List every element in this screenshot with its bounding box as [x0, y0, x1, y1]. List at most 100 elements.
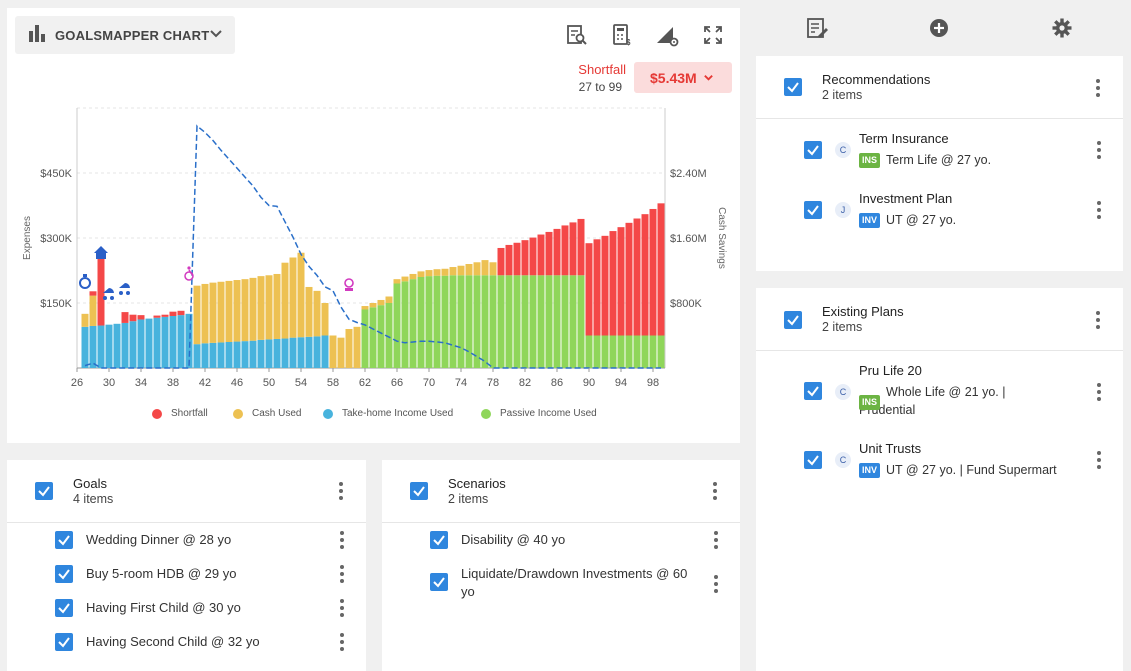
bar-segment	[105, 324, 113, 368]
wheelchair-icon[interactable]	[184, 266, 194, 281]
house-icon[interactable]	[94, 246, 108, 259]
x-tick-label: 66	[391, 377, 403, 389]
plan-checkbox[interactable]	[804, 382, 822, 400]
bar-segment	[137, 319, 145, 368]
bar-segment	[641, 335, 649, 368]
bar-segment	[433, 275, 441, 368]
more-vertical-icon[interactable]	[1096, 141, 1102, 159]
goal-checkbox[interactable]	[55, 599, 73, 617]
more-vertical-icon[interactable]	[338, 482, 344, 500]
x-tick-label: 82	[519, 377, 531, 389]
bar-segment	[561, 225, 569, 276]
bar-segment	[241, 341, 249, 368]
more-vertical-icon[interactable]	[339, 633, 345, 651]
more-vertical-icon[interactable]	[713, 575, 719, 593]
goals-header: Goals 4 items	[7, 460, 366, 523]
bar-segment	[585, 335, 593, 368]
bar-segment	[281, 262, 289, 339]
goal-checkbox[interactable]	[55, 633, 73, 651]
bar-segment	[305, 286, 313, 337]
check-icon	[58, 569, 70, 580]
x-tick-label: 62	[359, 377, 371, 389]
bar-segment	[553, 228, 561, 276]
bar-segment	[449, 267, 457, 276]
existing-plans-select-all-checkbox[interactable]	[784, 311, 802, 329]
bar-segment	[321, 335, 329, 368]
bar-segment	[545, 275, 553, 368]
bar-segment	[209, 282, 217, 343]
stroller-icon[interactable]	[119, 283, 130, 295]
bar-segment	[297, 337, 305, 368]
bar-segment	[345, 329, 353, 368]
plan-detail: INV UT @ 27 yo. | Fund Supermart	[859, 461, 1057, 479]
more-vertical-icon[interactable]	[712, 482, 718, 500]
gear-icon[interactable]	[1050, 16, 1074, 40]
more-vertical-icon[interactable]	[713, 531, 719, 549]
scenario-checkbox[interactable]	[430, 531, 448, 549]
stroller-icon[interactable]	[103, 288, 114, 300]
y-right-tick-label: $1.60M	[670, 233, 707, 245]
more-vertical-icon[interactable]	[1096, 451, 1102, 469]
check-icon	[787, 315, 799, 326]
bar-segment	[321, 303, 329, 336]
bar-segment	[537, 275, 545, 368]
plan-title: Pru Life 20	[859, 363, 922, 378]
bar-segment	[393, 283, 401, 368]
x-tick-label: 54	[295, 377, 307, 389]
bar-segment	[409, 273, 417, 280]
recommendation-checkbox[interactable]	[804, 141, 822, 159]
recommendations-title: Recommendations	[822, 72, 931, 87]
bar-segment	[569, 275, 577, 368]
recommendation-checkbox[interactable]	[804, 201, 822, 219]
more-vertical-icon[interactable]	[339, 599, 345, 617]
investment-tag: INV	[859, 213, 881, 229]
more-vertical-icon[interactable]	[1096, 201, 1102, 219]
existing-plans-panel: Existing Plans 2 items C Pru Life 20 INS…	[756, 288, 1123, 671]
x-tick-label: 86	[551, 377, 563, 389]
bar-segment	[81, 313, 89, 327]
goals-select-all-checkbox[interactable]	[35, 482, 53, 500]
bar-segment	[161, 316, 169, 368]
legend-shortfall[interactable]: Shortfall	[152, 408, 208, 419]
y-right-tick-label: $2.40M	[670, 168, 707, 180]
bar-segment	[633, 335, 641, 368]
recommendations-select-all-checkbox[interactable]	[784, 78, 802, 96]
bar-segment	[169, 311, 177, 316]
more-vertical-icon[interactable]	[339, 531, 345, 549]
edit-notes-icon[interactable]	[805, 16, 829, 40]
scenario-checkbox[interactable]	[430, 573, 448, 591]
bar-segment	[153, 317, 161, 368]
legend-cash-used[interactable]: Cash Used	[233, 408, 301, 419]
goal-checkbox[interactable]	[55, 565, 73, 583]
bar-segment	[121, 322, 129, 368]
bar-segment	[649, 335, 657, 368]
pig-icon[interactable]	[344, 278, 354, 291]
bar-segment	[657, 335, 665, 368]
more-vertical-icon[interactable]	[1095, 311, 1101, 329]
bar-segment	[569, 222, 577, 276]
more-vertical-icon[interactable]	[1096, 383, 1102, 401]
goal-checkbox[interactable]	[55, 531, 73, 549]
legend-passive-income[interactable]: Passive Income Used	[481, 408, 597, 419]
legend-takehome-income[interactable]: Take-home Income Used	[323, 408, 453, 419]
bar-segment	[177, 315, 185, 368]
bar-segment	[409, 279, 417, 368]
bar-segment	[401, 276, 409, 282]
add-circle-icon[interactable]	[927, 16, 951, 40]
bar-segment	[577, 275, 585, 368]
plan-checkbox[interactable]	[804, 451, 822, 469]
ring-icon[interactable]	[79, 274, 91, 289]
check-icon	[807, 205, 819, 216]
recommendation-detail: INS Term Life @ 27 yo.	[859, 151, 991, 169]
recommendation-detail: INV UT @ 27 yo.	[859, 211, 956, 229]
bar-segment	[473, 262, 481, 276]
more-vertical-icon[interactable]	[339, 565, 345, 583]
recommendation-title: Term Insurance	[859, 131, 949, 146]
insurance-tag: INS	[859, 395, 881, 410]
scenarios-count: 2 items	[448, 492, 489, 506]
recommendations-count: 2 items	[822, 88, 863, 102]
advisor-avatar: C	[835, 384, 851, 400]
scenarios-select-all-checkbox[interactable]	[410, 482, 428, 500]
bar-segment	[313, 336, 321, 368]
more-vertical-icon[interactable]	[1095, 79, 1101, 97]
